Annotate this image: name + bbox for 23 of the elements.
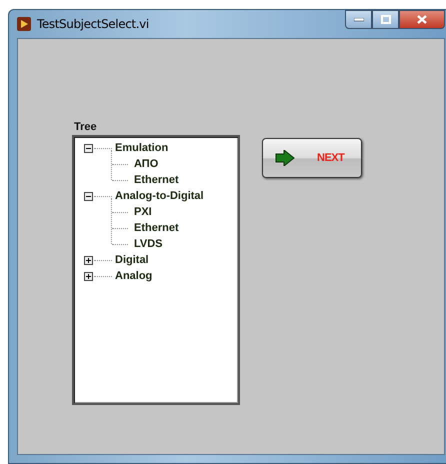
collapse-icon[interactable] <box>84 144 93 152</box>
arrow-icon <box>275 150 295 166</box>
minimize-icon <box>354 18 364 22</box>
minimize-button[interactable] <box>345 10 372 29</box>
tree-item[interactable]: Ethernet <box>134 222 179 234</box>
collapse-icon[interactable] <box>84 192 93 200</box>
tree-item[interactable]: АПО <box>134 158 158 170</box>
tree-label: Tree <box>74 121 97 133</box>
tree-item[interactable]: Digital <box>115 254 149 266</box>
close-icon <box>417 15 427 24</box>
expand-icon[interactable] <box>84 272 93 280</box>
tree-item[interactable]: Analog <box>115 270 152 282</box>
window-title: TestSubjectSelect.vi <box>37 17 149 31</box>
close-button[interactable] <box>399 10 445 29</box>
tree-item[interactable]: Emulation <box>115 142 168 154</box>
tree-item[interactable]: Analog-to-Digital <box>115 190 204 202</box>
app-icon <box>17 17 31 31</box>
maximize-button[interactable] <box>372 10 399 29</box>
expand-icon[interactable] <box>84 256 93 264</box>
tree-item[interactable]: Ethernet <box>134 174 179 186</box>
tree-item[interactable]: LVDS <box>134 238 163 250</box>
tree-item[interactable]: PXI <box>134 206 152 218</box>
maximize-icon <box>380 15 390 24</box>
